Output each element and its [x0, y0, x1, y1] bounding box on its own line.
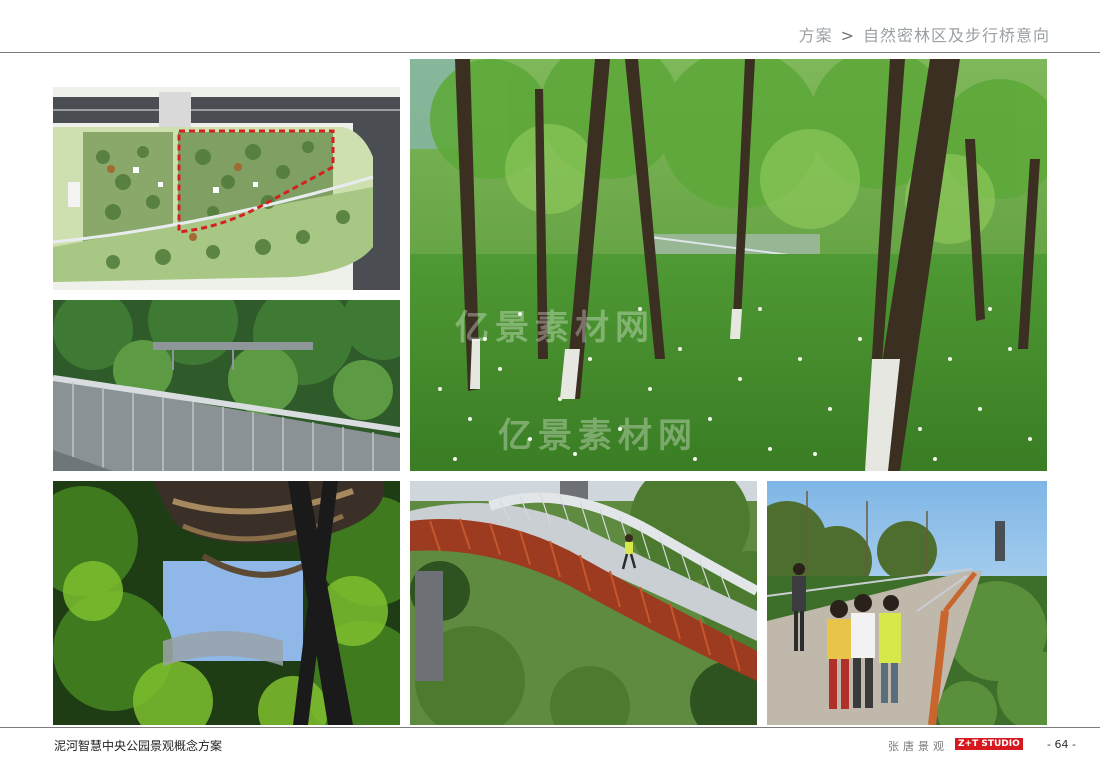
canopy-walkway-photo [53, 300, 400, 471]
header-subtitle: 自然密林区及步行桥意向 [862, 26, 1050, 45]
site-plan-image [53, 87, 400, 290]
page-number: - 64 - [1047, 738, 1076, 751]
footer-project-name: 泥河智慧中央公园景观概念方案 [54, 739, 223, 753]
page-header-title: 方案 > 自然密林区及步行桥意向 [799, 22, 1050, 46]
studio-logo-badge: Z+T STUDIO [955, 738, 1023, 750]
header-arrow: > [840, 26, 855, 45]
red-bridge-photo [410, 481, 757, 725]
header-rule [0, 52, 1100, 53]
watermark-text-2: 亿景素材网 [498, 416, 698, 456]
footer-studio-name: 张唐景观 [888, 740, 948, 753]
header-section: 方案 [798, 26, 833, 45]
boardwalk-children-photo [767, 481, 1047, 725]
footer-rule [0, 727, 1100, 728]
watermark-text: 亿景素材网 [455, 308, 655, 348]
spiral-treetop-photo [53, 481, 400, 725]
